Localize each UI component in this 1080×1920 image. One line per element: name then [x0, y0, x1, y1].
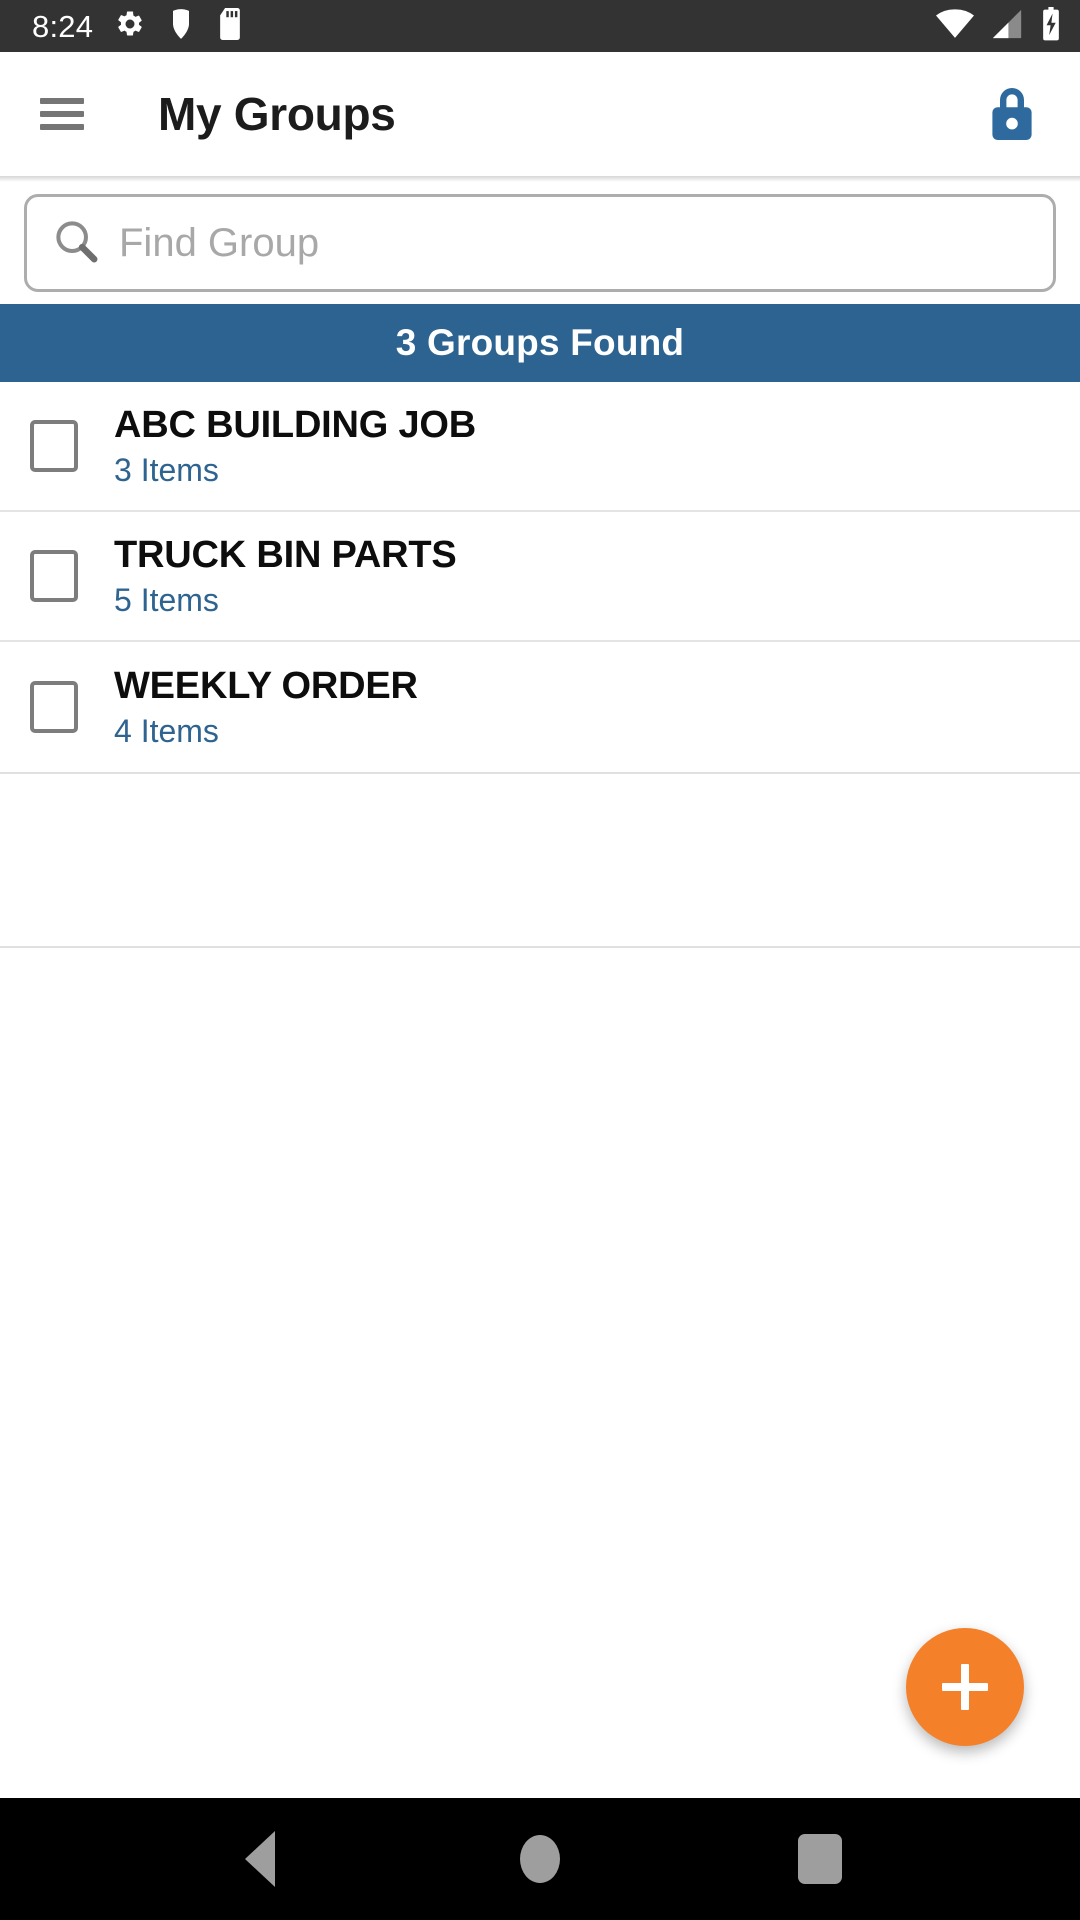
- empty-list-area: [0, 774, 1080, 948]
- hamburger-line: [40, 98, 84, 104]
- group-checkbox[interactable]: [30, 681, 78, 733]
- group-row-text: TRUCK BIN PARTS 5 Items: [114, 536, 457, 616]
- sd-card-icon: [217, 7, 243, 45]
- group-item-count: 5 Items: [114, 582, 219, 618]
- table-row[interactable]: ABC BUILDING JOB 3 Items: [0, 382, 1080, 512]
- phone-screen: 8:24 My Groups Find Group 3 Groups Found…: [0, 0, 1080, 1920]
- search-bar-container: [0, 182, 1080, 304]
- plus-icon: [942, 1664, 988, 1710]
- groups-list: ABC BUILDING JOB 3 Items TRUCK BIN PARTS…: [0, 382, 1080, 774]
- home-circle-icon: [520, 1835, 560, 1883]
- settings-gear-icon: [115, 9, 145, 44]
- search-box[interactable]: [24, 194, 1056, 292]
- status-bar-right: [936, 6, 1062, 46]
- lock-icon[interactable]: [980, 82, 1044, 146]
- status-bar-left: 8:24: [32, 7, 243, 45]
- nav-home-button[interactable]: [490, 1809, 590, 1909]
- group-checkbox[interactable]: [30, 420, 78, 472]
- group-name: WEEKLY ORDER: [114, 665, 418, 707]
- wifi-icon: [936, 8, 974, 44]
- nav-back-button[interactable]: [210, 1809, 310, 1909]
- group-name: ABC BUILDING JOB: [114, 404, 477, 446]
- content-area: [0, 948, 1080, 1798]
- android-navigation-bar: [0, 1798, 1080, 1920]
- nav-recents-button[interactable]: [770, 1809, 870, 1909]
- back-triangle-icon: [245, 1831, 275, 1887]
- hamburger-menu-icon[interactable]: [40, 98, 84, 130]
- recents-square-icon: [798, 1834, 842, 1884]
- magnifier-icon: [53, 218, 99, 269]
- group-item-count: 3 Items: [114, 452, 219, 488]
- hamburger-line: [40, 124, 84, 130]
- table-row[interactable]: WEEKLY ORDER 4 Items: [0, 642, 1080, 772]
- add-group-fab[interactable]: [906, 1628, 1024, 1746]
- cellular-signal-icon: [990, 9, 1024, 44]
- groups-found-banner: 3 Groups Found: [0, 304, 1080, 382]
- table-row[interactable]: TRUCK BIN PARTS 5 Items: [0, 512, 1080, 642]
- shield-icon: [167, 8, 195, 45]
- group-name: TRUCK BIN PARTS: [114, 534, 457, 576]
- status-bar: 8:24: [0, 0, 1080, 52]
- battery-charging-icon: [1040, 6, 1062, 46]
- status-clock: 8:24: [32, 8, 94, 44]
- hamburger-line: [40, 111, 84, 117]
- app-bar: My Groups: [0, 52, 1080, 176]
- page-title: My Groups: [158, 88, 396, 140]
- group-item-count: 4 Items: [114, 713, 219, 749]
- group-checkbox[interactable]: [30, 550, 78, 602]
- group-row-text: WEEKLY ORDER 4 Items: [114, 667, 418, 747]
- group-row-text: ABC BUILDING JOB 3 Items: [114, 406, 476, 486]
- search-input[interactable]: [119, 220, 1027, 266]
